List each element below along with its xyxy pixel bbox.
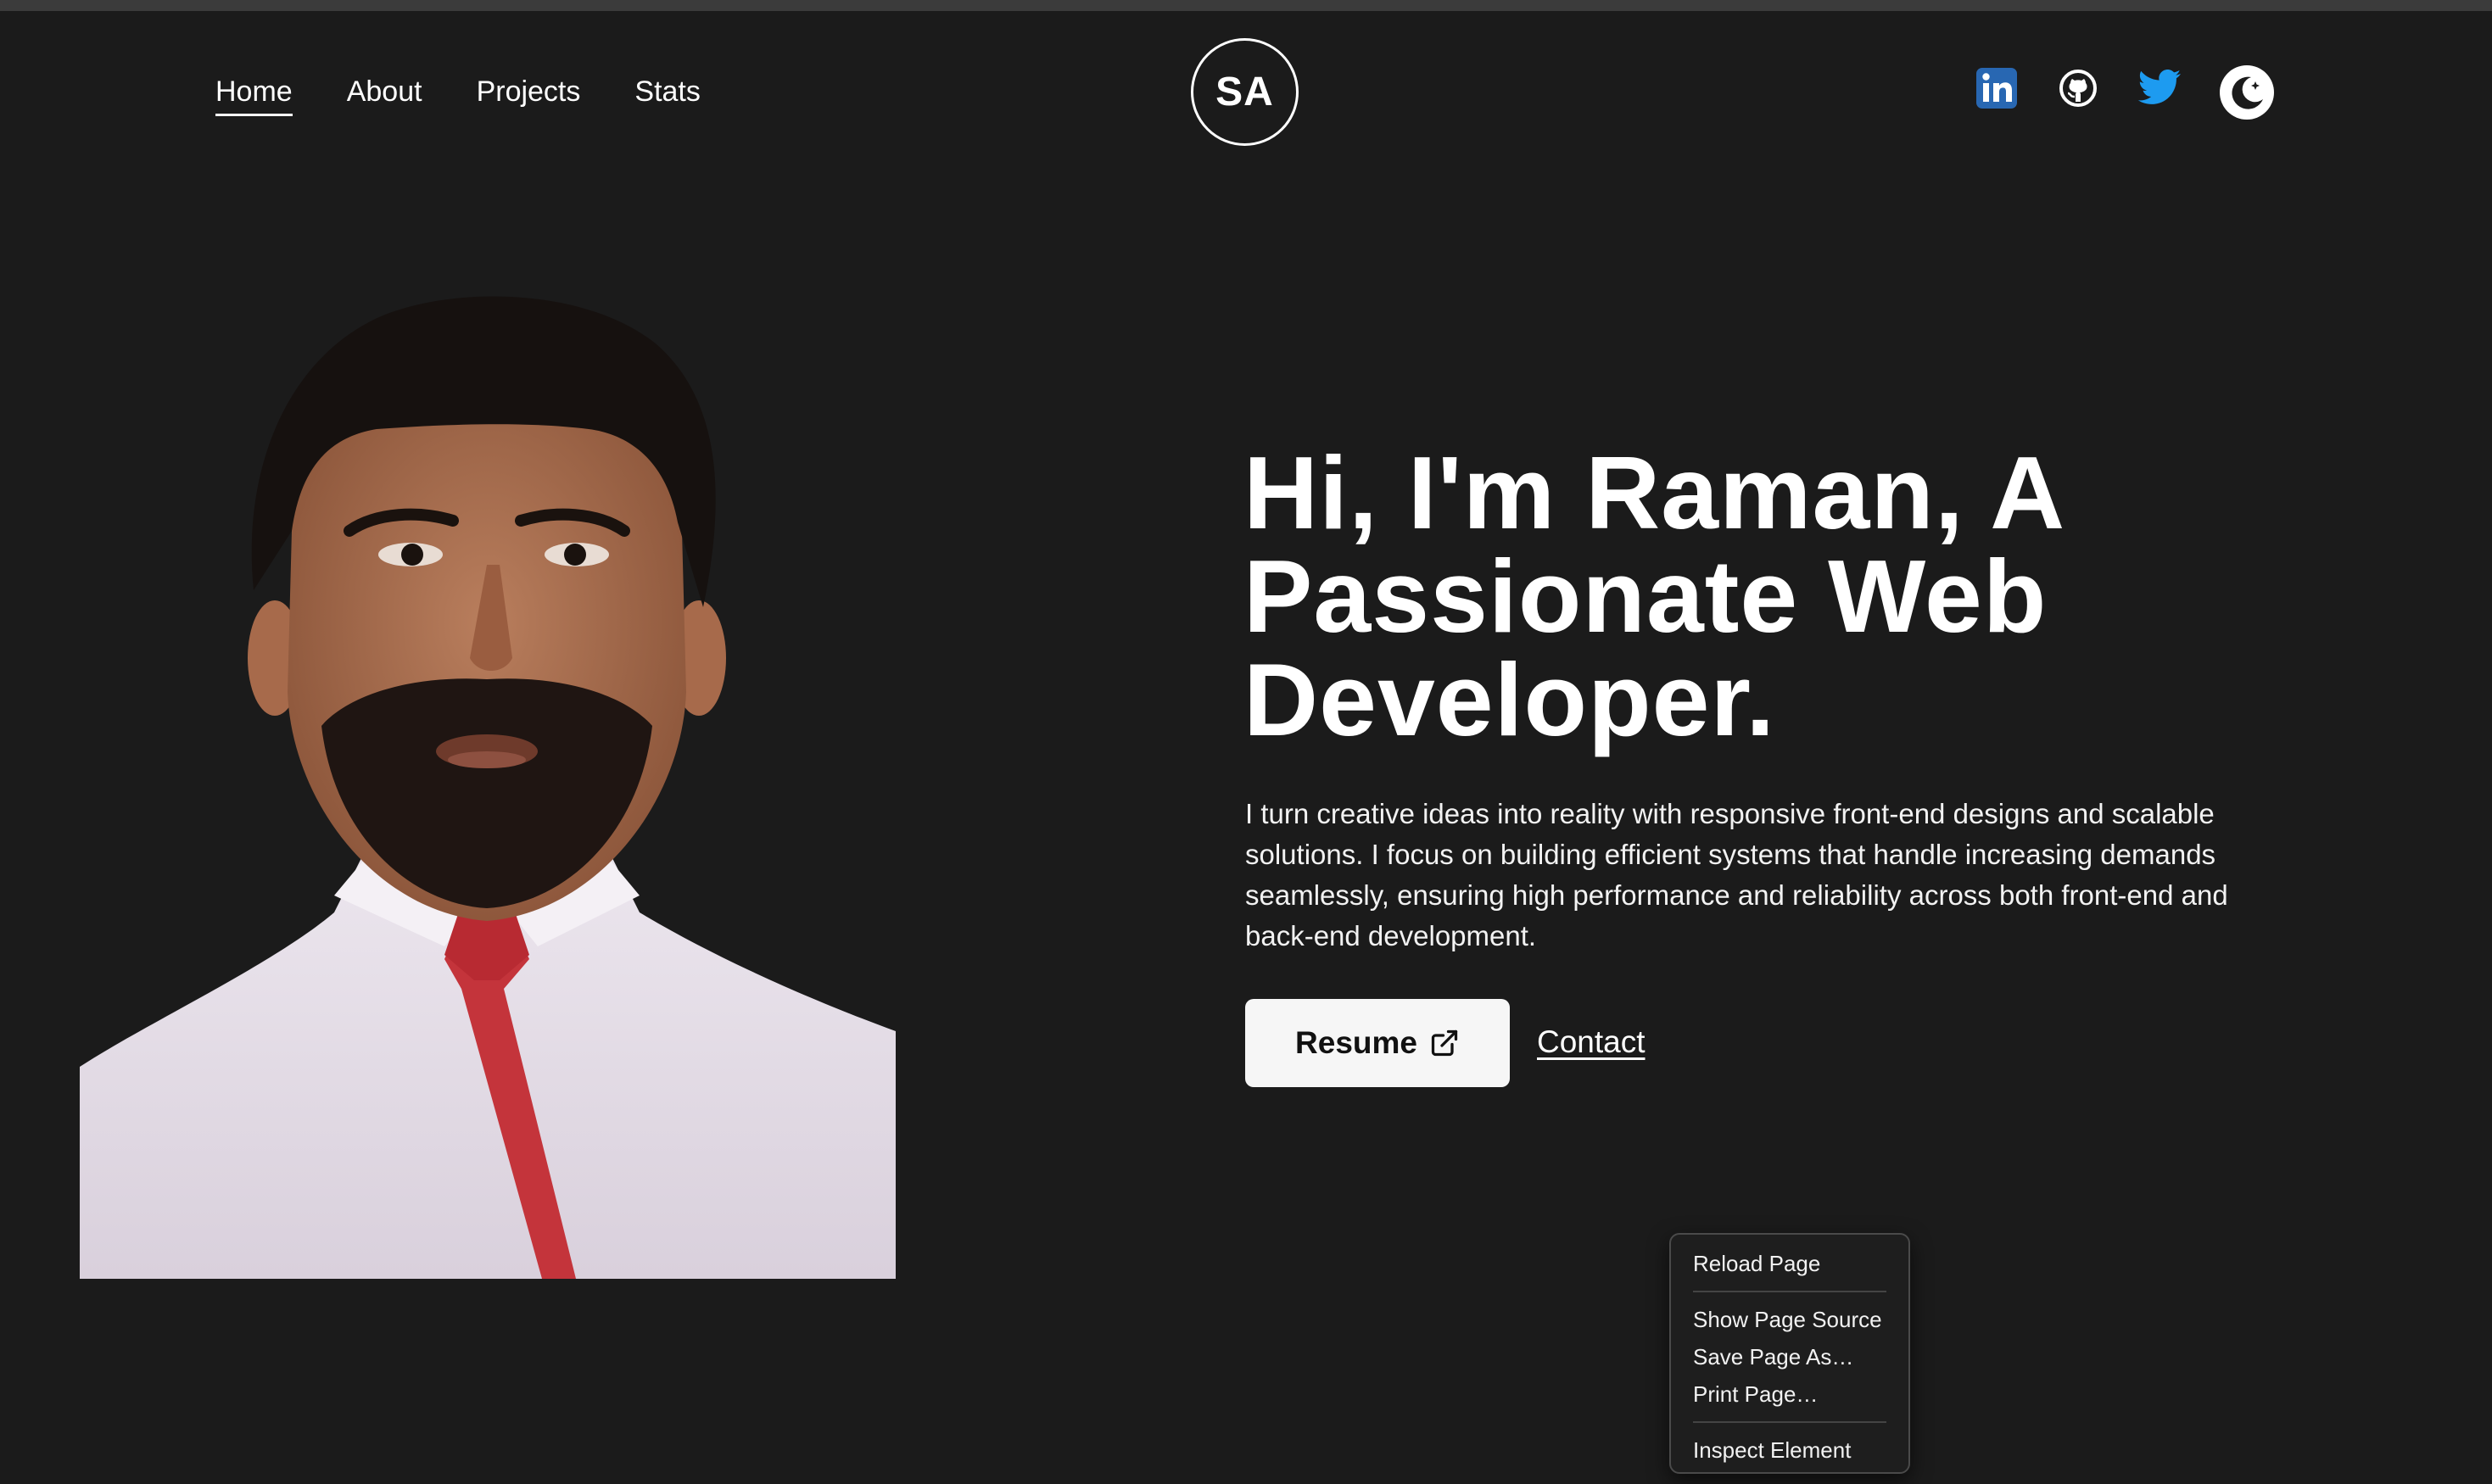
menu-divider <box>1693 1421 1886 1423</box>
intro-line: seamlessly, ensuring high performance an… <box>1245 879 2228 911</box>
profile-photo <box>80 296 896 1279</box>
menu-item-save-page[interactable]: Save Page As… <box>1671 1338 1908 1375</box>
github-link[interactable] <box>2056 66 2100 110</box>
nav-home[interactable]: Home <box>215 71 293 116</box>
context-menu: Reload Page Show Page Source Save Page A… <box>1669 1233 1910 1474</box>
headline-line: Hi, I'm Raman, A <box>1243 435 2066 550</box>
resume-label: Resume <box>1295 1025 1417 1060</box>
twitter-link[interactable] <box>2136 66 2183 110</box>
twitter-icon <box>2137 70 2181 104</box>
linkedin-link[interactable] <box>1975 66 2019 110</box>
linkedin-icon <box>1976 68 2017 109</box>
browser-top-strip <box>0 0 2492 11</box>
nav-stats[interactable]: Stats <box>634 71 700 116</box>
menu-item-reload[interactable]: Reload Page <box>1671 1245 1908 1282</box>
menu-item-print-page[interactable]: Print Page… <box>1671 1375 1908 1413</box>
nav-about[interactable]: About <box>347 71 422 116</box>
menu-item-inspect[interactable]: Inspect Element <box>1671 1431 1908 1469</box>
menu-item-show-source[interactable]: Show Page Source <box>1671 1301 1908 1338</box>
intro-line: back-end development. <box>1245 920 1537 951</box>
external-link-icon <box>1431 1029 1458 1057</box>
github-icon <box>2059 70 2097 107</box>
headline-line: Passionate Web <box>1243 538 2048 654</box>
logo-text: SA <box>1215 70 1274 114</box>
theme-toggle-icon <box>2220 65 2274 120</box>
menu-divider <box>1693 1291 1886 1292</box>
hero-intro: I turn creative ideas into reality with … <box>1245 794 2365 957</box>
intro-line: I turn creative ideas into reality with … <box>1245 798 2215 829</box>
intro-line: solutions. I focus on building efficient… <box>1245 839 2216 870</box>
main-nav: Home About Projects Stats <box>215 71 701 116</box>
resume-button[interactable]: Resume <box>1245 999 1510 1087</box>
headline-line: Developer. <box>1243 642 1776 757</box>
site-logo[interactable]: SA <box>1191 38 1299 146</box>
theme-toggle-button[interactable] <box>2219 64 2275 120</box>
nav-projects[interactable]: Projects <box>477 71 581 116</box>
contact-link[interactable]: Contact <box>1537 1019 1646 1065</box>
hero-headline: Hi, I'm Raman, A Passionate Web Develope… <box>1243 441 2261 751</box>
